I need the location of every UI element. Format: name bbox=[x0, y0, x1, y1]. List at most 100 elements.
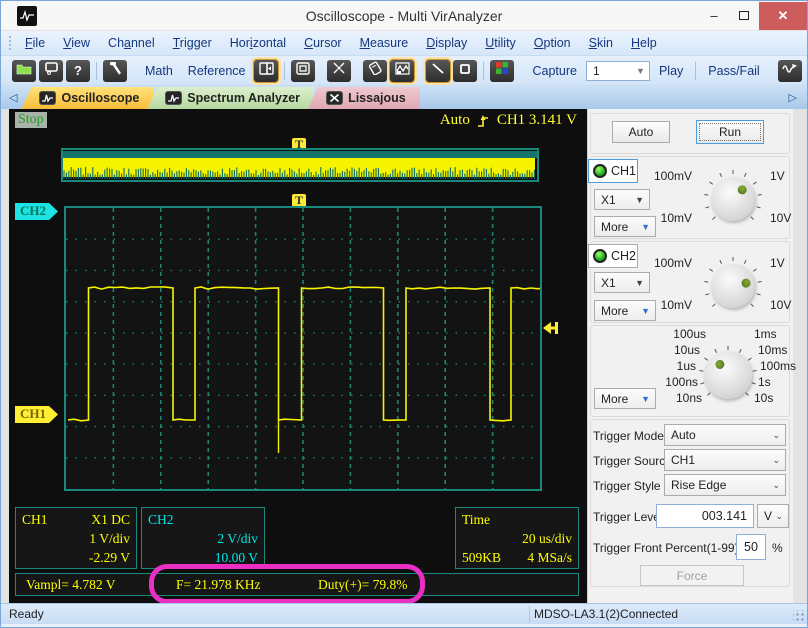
dds-button[interactable] bbox=[777, 59, 802, 82]
toolbar-separator bbox=[96, 61, 97, 80]
trigger-level-unit-select[interactable]: V ⌄ bbox=[757, 504, 789, 528]
ch1-volts-knob[interactable]: 100mV 1V 10mV 10V bbox=[650, 161, 791, 237]
tab-oscilloscope[interactable]: Oscilloscope bbox=[21, 87, 154, 109]
trigger-front-label: Trigger Front Percent(1-99) bbox=[593, 541, 739, 555]
ch2-position-marker[interactable]: CH2 bbox=[15, 203, 58, 220]
tab-lissajous[interactable]: Lissajous bbox=[308, 87, 420, 109]
knob-label: 10V bbox=[770, 298, 792, 312]
chevron-down-icon: ▼ bbox=[635, 277, 644, 288]
ch2-probe-select[interactable]: X1 ▼ bbox=[594, 272, 650, 293]
reference-button[interactable]: Reference bbox=[182, 61, 252, 81]
trigger-level-marker[interactable] bbox=[542, 320, 559, 341]
ch1-enable-button[interactable]: CH1 bbox=[588, 159, 638, 183]
tabs-scroll-right-icon[interactable]: ▷ bbox=[785, 91, 801, 104]
menu-item-utility[interactable]: Utility bbox=[476, 34, 525, 52]
display-capture-button[interactable] bbox=[39, 59, 63, 82]
trigger-level-input[interactable]: 003.141 bbox=[656, 504, 754, 528]
menu-item-view[interactable]: View bbox=[54, 34, 99, 52]
timebase-knob[interactable]: 100us 10us 1us 100ns 10ns 1ms 10ms 100ms… bbox=[652, 325, 796, 421]
single-view-button[interactable] bbox=[291, 59, 316, 82]
time-readout-title: Time bbox=[462, 512, 491, 527]
chevron-down-icon: ▼ bbox=[641, 305, 650, 316]
split-view-button[interactable] bbox=[253, 58, 280, 83]
force-trigger-button[interactable]: Force bbox=[640, 565, 744, 586]
tools-button[interactable] bbox=[103, 59, 127, 82]
menu-item-horizontal[interactable]: Horizontal bbox=[221, 34, 295, 52]
trigger-level-readout: CH1 3.141 V bbox=[496, 112, 577, 128]
device-panel-button[interactable] bbox=[363, 59, 388, 82]
folder-icon bbox=[16, 62, 32, 80]
menu-item-cursor[interactable]: Cursor bbox=[295, 34, 351, 52]
knob-label: 100mV bbox=[653, 256, 692, 270]
main-graticule[interactable] bbox=[64, 206, 543, 491]
help-button[interactable]: ? bbox=[66, 59, 90, 82]
menu-item-file[interactable]: File bbox=[16, 34, 54, 52]
capture-count-select[interactable]: 1 ▼ bbox=[585, 60, 650, 81]
passfail-button[interactable]: Pass/Fail bbox=[702, 61, 765, 81]
trigger-style-select[interactable]: Rise Edge ⌄ bbox=[664, 474, 786, 496]
dds-wave-icon bbox=[781, 62, 798, 80]
knob-label: 10ms bbox=[758, 343, 788, 357]
math-button[interactable]: Math bbox=[139, 61, 179, 81]
knob-indicator-dot bbox=[735, 182, 749, 196]
timebase-more-select[interactable]: More ▼ bbox=[594, 388, 656, 409]
waveform-overview-bar[interactable] bbox=[61, 148, 539, 182]
trigger-style-label: Trigger Style bbox=[593, 479, 661, 493]
chevron-down-icon: ▼ bbox=[636, 65, 645, 76]
auto-button[interactable]: Auto bbox=[612, 121, 670, 143]
ch1-more-select[interactable]: More ▼ bbox=[594, 216, 656, 237]
ch1-readout-title: CH1 bbox=[22, 512, 48, 527]
run-button[interactable]: Run bbox=[696, 120, 764, 144]
autoset-button[interactable] bbox=[327, 59, 352, 82]
color-palette-button[interactable] bbox=[490, 59, 515, 82]
ch1-button-label: CH1 bbox=[611, 164, 637, 178]
trigger-level-label: Trigger Level bbox=[593, 510, 663, 524]
ch1-coupling: X1 DC bbox=[91, 512, 130, 527]
status-bar: Ready MDSO-LA3.1(2)Connected bbox=[1, 603, 807, 624]
tabs-scroll-left-icon[interactable]: ◁ bbox=[5, 91, 21, 104]
knob-label: 10mV bbox=[660, 211, 692, 225]
monitor-icon bbox=[44, 61, 59, 80]
ch1-probe-select[interactable]: X1 ▼ bbox=[594, 189, 650, 210]
timebase-more-label: More bbox=[601, 391, 629, 406]
waveform-screen-button[interactable] bbox=[389, 58, 416, 83]
menu-item-display[interactable]: Display bbox=[417, 34, 476, 52]
converge-arrows-icon bbox=[332, 61, 346, 80]
tab-strip: ◁ Oscilloscope Spectrum Analyzer Lissajous… bbox=[1, 86, 807, 109]
play-button[interactable]: Play bbox=[653, 61, 689, 81]
ch2-volts-knob[interactable]: 100mV 1V 10mV 10V bbox=[650, 248, 792, 324]
menu-item-trigger[interactable]: Trigger bbox=[164, 34, 221, 52]
menu-item-measure[interactable]: Measure bbox=[351, 34, 418, 52]
scope-display: Stop Auto CH1 3.141 V T T CH2 CH1 CH1 X1… bbox=[9, 109, 587, 604]
cursor-line-button[interactable] bbox=[425, 58, 452, 83]
menu-item-help[interactable]: Help bbox=[622, 34, 666, 52]
trigger-source-select[interactable]: CH1 ⌄ bbox=[664, 449, 786, 471]
toolbar: ?MathReferenceCapture1▼PlayPass/FailDDS bbox=[1, 56, 807, 86]
open-file-button[interactable] bbox=[12, 59, 36, 82]
record-depth: 509KB bbox=[462, 550, 502, 565]
ch1-scale: 1 V/div bbox=[89, 531, 130, 546]
ch2-button-label: CH2 bbox=[611, 249, 637, 263]
trigger-mode-select[interactable]: Auto ⌄ bbox=[664, 424, 786, 446]
knob-indicator-dot bbox=[713, 357, 726, 371]
menu-item-channel[interactable]: Channel bbox=[99, 34, 164, 52]
resize-grip[interactable] bbox=[793, 610, 805, 622]
ch2-readout-box: CH2 2 V/div 10.00 V bbox=[141, 507, 265, 569]
frequency-measure: F= 21.978 KHz bbox=[176, 576, 261, 592]
trigger-front-input[interactable]: 50 bbox=[736, 534, 766, 560]
waveform-screen-icon bbox=[395, 61, 410, 80]
trigger-source-value: CH1 bbox=[671, 453, 696, 467]
menu-item-option[interactable]: Option bbox=[525, 34, 580, 52]
ch2-enable-button[interactable]: CH2 bbox=[588, 244, 638, 268]
knob-label: 10mV bbox=[660, 298, 692, 312]
trigger-style-value: Rise Edge bbox=[671, 478, 727, 492]
tab-spectrum-analyzer[interactable]: Spectrum Analyzer bbox=[147, 87, 315, 109]
ch2-probe-value: X1 bbox=[601, 275, 616, 290]
ch1-position-marker[interactable]: CH1 bbox=[15, 406, 58, 423]
stop-display-button[interactable] bbox=[453, 59, 478, 82]
knob-label: 10us bbox=[673, 343, 700, 357]
menu-bar: File View Channel Trigger Horizontal Cursor Me… bbox=[1, 31, 807, 56]
knob-label: 100mV bbox=[653, 169, 692, 183]
ch2-more-select[interactable]: More ▼ bbox=[594, 300, 656, 321]
menu-item-skin[interactable]: Skin bbox=[580, 34, 622, 52]
